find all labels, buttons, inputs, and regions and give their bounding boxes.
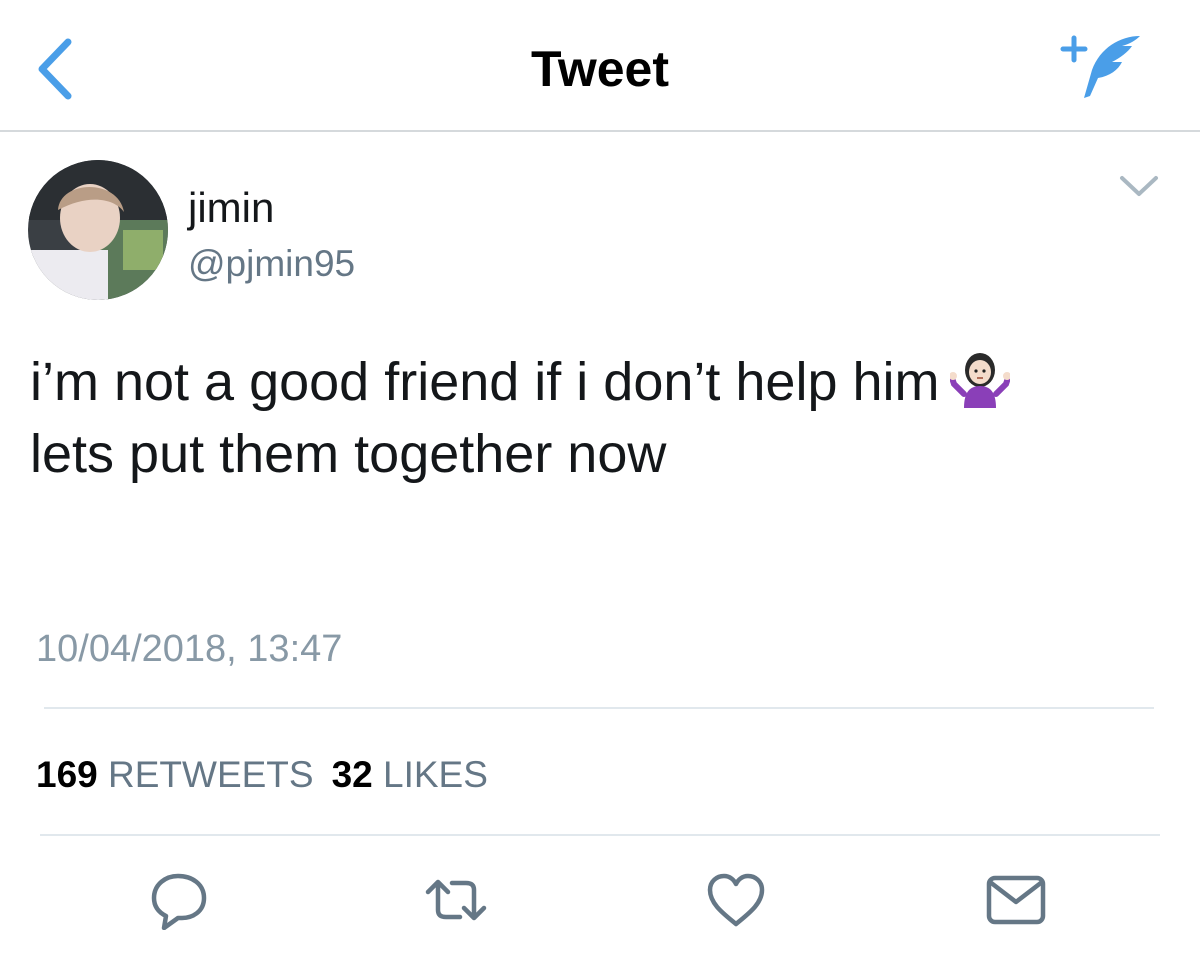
tweet-text-line-2: lets put them together now — [30, 424, 667, 484]
page-title: Tweet — [531, 41, 669, 97]
likes-stat[interactable]: 32 LIKES — [332, 754, 488, 795]
divider — [44, 707, 1154, 709]
reply-button[interactable] — [148, 870, 212, 931]
avatar[interactable] — [28, 160, 168, 300]
navigation-bar: Tweet — [0, 0, 1200, 132]
chevron-down-icon — [1120, 176, 1158, 196]
compose-tweet-button[interactable] — [1056, 30, 1148, 102]
retweet-button[interactable] — [424, 870, 488, 930]
author-username[interactable]: @pjmin95 — [188, 243, 355, 285]
tweet-options-button[interactable] — [1118, 172, 1160, 200]
tweet-detail-screen: Tweet jimin @pjmin95 i’m not a good frie… — [0, 0, 1200, 958]
retweets-stat[interactable]: 169 RETWEETS — [36, 754, 314, 795]
direct-message-button[interactable] — [984, 870, 1048, 930]
profile-photo — [28, 160, 168, 300]
like-icon — [707, 873, 765, 927]
likes-label: LIKES — [383, 754, 488, 795]
tweet-text-line-1: i’m not a good friend if i don’t help hi… — [30, 346, 1170, 418]
tweet-timestamp: 10/04/2018, 13:47 — [36, 628, 343, 670]
tweet-stats: 169 RETWEETS 32 LIKES — [36, 754, 488, 796]
tweet-text: i’m not a good friend if i don’t help hi… — [30, 346, 1170, 490]
reply-icon — [151, 873, 207, 931]
retweets-label: RETWEETS — [108, 754, 314, 795]
like-button[interactable] — [704, 870, 768, 930]
author-display-name[interactable]: jimin — [188, 184, 274, 232]
person-shrugging-icon — [948, 348, 1011, 408]
message-icon — [986, 875, 1046, 925]
likes-count: 32 — [331, 754, 373, 795]
compose-feather-icon — [1060, 35, 1140, 98]
retweets-count: 169 — [36, 754, 98, 795]
retweet-icon — [425, 879, 487, 921]
divider — [40, 834, 1160, 836]
